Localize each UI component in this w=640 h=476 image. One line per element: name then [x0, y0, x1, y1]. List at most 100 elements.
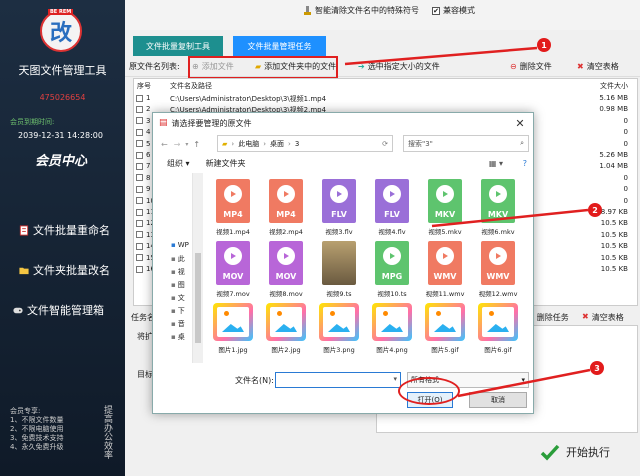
row-checkbox[interactable]	[136, 254, 143, 262]
clear-table-bottom-button[interactable]: ✖ 清空表格	[582, 312, 624, 323]
file-item[interactable]: 图片1.jpg	[207, 303, 259, 354]
filename-input[interactable]: ▾	[275, 372, 401, 388]
row-checkbox[interactable]	[136, 151, 143, 159]
compat-mode-checkbox[interactable]: ✔ 兼容模式	[432, 5, 475, 16]
scrollbar-thumb[interactable]	[195, 253, 201, 343]
select-size-button[interactable]: ➔ 选中指定大小的文件	[358, 61, 440, 72]
row-number: 8	[146, 173, 151, 182]
chevron-down-icon[interactable]: ▾	[185, 141, 188, 148]
delete-file-label: 删除文件	[519, 62, 552, 71]
file-item[interactable]: 图片5.gif	[419, 303, 471, 354]
file-item[interactable]: 视频9.ts	[313, 241, 365, 298]
highlight-box	[188, 56, 338, 79]
tab-batch-copy[interactable]: 文件批量复制工具	[133, 36, 223, 56]
help-icon[interactable]: ?	[523, 159, 527, 168]
nav-item[interactable]: ▪ 音	[171, 319, 185, 329]
document-icon	[19, 224, 29, 236]
chevron-down-icon: ▾	[521, 376, 525, 384]
row-checkbox[interactable]	[136, 117, 143, 125]
file-item[interactable]: WMV 视频11.wmv	[419, 241, 471, 298]
clear-table-button[interactable]: ✖ 清空表格	[577, 61, 619, 72]
row-size: 0	[623, 185, 628, 194]
view-options-icon[interactable]: ▦ ▾	[489, 159, 503, 168]
member-center-button[interactable]: 会员中心	[35, 150, 87, 169]
row-size: 0.98 MB	[599, 105, 628, 114]
up-arrow-icon[interactable]: ↑	[193, 140, 200, 149]
row-checkbox[interactable]	[136, 242, 143, 250]
row-checkbox[interactable]	[136, 208, 143, 216]
back-arrow-icon[interactable]: ←	[161, 140, 168, 149]
nav-icon: ▪	[171, 294, 176, 302]
nav-item[interactable]: ▪ 视	[171, 267, 185, 277]
sidebar-item-batch-rename[interactable]: 文件批量重命名	[18, 222, 110, 238]
nav-item[interactable]: ▪ 文	[171, 293, 185, 303]
row-size: 0	[623, 128, 628, 137]
nav-scrollbar[interactable]	[193, 173, 203, 363]
file-item[interactable]: MKV 视频6.mkv	[472, 179, 524, 236]
chevron-down-icon[interactable]: ▾	[393, 375, 397, 383]
row-checkbox[interactable]	[136, 185, 143, 193]
note-line: 3、免费技术支持	[10, 434, 64, 442]
cancel-button[interactable]: 取消	[469, 392, 527, 408]
compat-mode-label: 兼容模式	[443, 6, 475, 15]
refresh-icon[interactable]: ⟳	[382, 140, 388, 148]
nav-item[interactable]: ▪ 图	[171, 280, 185, 290]
delete-task-label: 删除任务	[536, 313, 569, 322]
file-item[interactable]: MOV 视频8.mov	[260, 241, 312, 298]
nav-item[interactable]: ▪ WP	[171, 241, 189, 249]
row-checkbox[interactable]	[136, 219, 143, 227]
close-icon: ✖	[582, 312, 589, 321]
nav-item[interactable]: ▪ 此	[171, 254, 185, 264]
file-item[interactable]: WMV 视频12.wmv	[472, 241, 524, 298]
close-icon[interactable]: ✕	[507, 113, 533, 133]
row-checkbox[interactable]	[136, 94, 143, 102]
row-checkbox[interactable]	[136, 174, 143, 182]
row-checkbox[interactable]	[136, 140, 143, 148]
file-name: 视频11.wmv	[425, 290, 465, 298]
file-item[interactable]: FLV 视频4.flv	[366, 179, 418, 236]
sidebar-item-smart-manager[interactable]: 文件智能管理箱	[12, 302, 104, 318]
row-size: 8.97 KB	[600, 208, 628, 216]
row-checkbox[interactable]	[136, 128, 143, 136]
delete-file-button[interactable]: ⊖ 删除文件	[510, 61, 552, 72]
row-size: 0	[623, 139, 628, 148]
dialog-command-bar: 组织 ▾ 新建文件夹 ▦ ▾ ?	[153, 155, 533, 171]
start-button[interactable]: 开始执行	[540, 430, 640, 474]
row-size: 0	[623, 173, 628, 182]
row-checkbox[interactable]	[136, 105, 143, 113]
file-item[interactable]: MOV 视频7.mov	[207, 241, 259, 298]
step-badge-3: 3	[590, 361, 604, 375]
breadcrumb-item[interactable]: 3	[295, 140, 299, 148]
nav-item[interactable]: ▪ 桌	[171, 332, 185, 342]
nav-item[interactable]: ▪ 下	[171, 306, 185, 316]
new-folder-button[interactable]: 新建文件夹	[206, 158, 246, 169]
col-header-no: 序号	[137, 82, 151, 90]
tab-batch-manage[interactable]: 文件批量管理任务	[233, 36, 326, 56]
search-input[interactable]: 搜索"3" ⌕	[403, 135, 529, 152]
nav-icon: ▪	[171, 241, 176, 249]
breadcrumb-item[interactable]: 桌面	[270, 139, 284, 149]
row-checkbox[interactable]	[136, 162, 143, 170]
file-item[interactable]: 图片3.png	[313, 303, 365, 354]
file-item[interactable]: FLV 视频3.flv	[313, 179, 365, 236]
file-item[interactable]: MPG 视频10.ts	[366, 241, 418, 298]
breadcrumb-item[interactable]: 此电脑	[238, 139, 259, 149]
file-item[interactable]: MP4 视频2.mp4	[260, 179, 312, 236]
file-item[interactable]: 图片6.gif	[472, 303, 524, 354]
image-file-icon	[372, 303, 412, 341]
row-checkbox[interactable]	[136, 265, 143, 273]
row-checkbox[interactable]	[136, 197, 143, 205]
sidebar-item-folder-rename[interactable]: 文件夹批量改名	[18, 262, 110, 278]
file-item[interactable]: 图片4.png	[366, 303, 418, 354]
file-item[interactable]: 图片2.jpg	[260, 303, 312, 354]
forward-arrow-icon[interactable]: →	[174, 140, 181, 149]
image-file-icon	[425, 303, 465, 341]
sidebar: BE REM 改 天图文件管理工具 475026654 会员到期时间: 2039-…	[0, 0, 125, 476]
clear-special-button[interactable]: 智能清除文件名中的特殊符号	[303, 5, 419, 16]
file-item[interactable]: MKV 视频5.mkv	[419, 179, 471, 236]
file-item[interactable]: MP4 视频1.mp4	[207, 179, 259, 236]
breadcrumb[interactable]: ▰ › 此电脑 › 桌面 › 3 ⟳	[217, 135, 393, 152]
row-checkbox[interactable]	[136, 231, 143, 239]
dialog-title: 请选择要管理的原文件	[171, 118, 252, 128]
organize-button[interactable]: 组织 ▾	[167, 158, 190, 169]
